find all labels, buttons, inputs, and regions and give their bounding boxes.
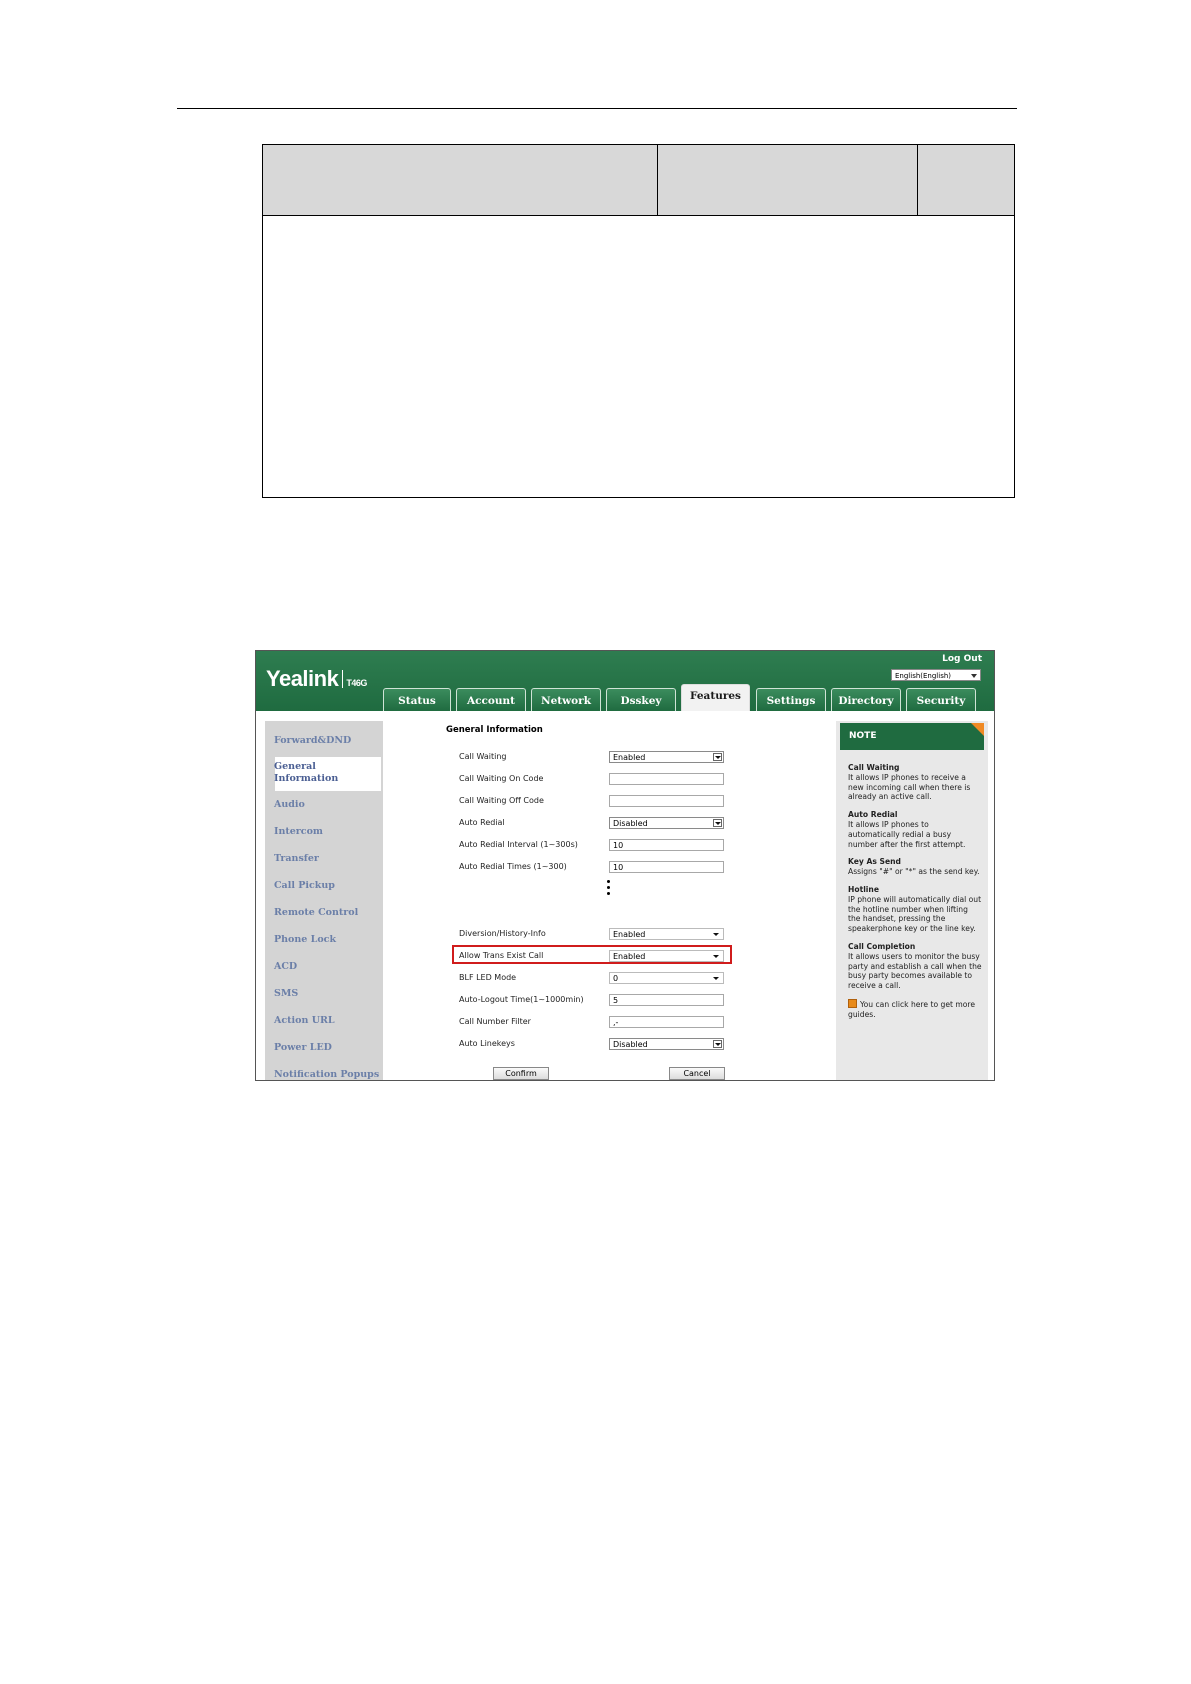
chevron-down-icon xyxy=(713,977,719,980)
note-body: Call Waiting It allows IP phones to recei… xyxy=(848,763,982,1028)
note-text: IP phone will automatically dial out the… xyxy=(848,894,982,934)
blf-led-mode-select[interactable]: 0 xyxy=(609,972,724,984)
sidebar-item-action-url[interactable]: Action URL xyxy=(274,1015,335,1026)
sidebar-item-acd[interactable]: ACD xyxy=(274,961,297,972)
chevron-down-icon xyxy=(715,756,721,759)
tab-directory[interactable]: Directory xyxy=(831,688,901,711)
confirm-button[interactable]: Confirm xyxy=(493,1067,549,1080)
sidebar-item-remote-control[interactable]: Remote Control xyxy=(274,907,358,918)
guide-link[interactable]: You can click here to get more guides. xyxy=(848,998,982,1020)
field-label: Auto Redial xyxy=(459,818,505,827)
call-waiting-off-code-input[interactable] xyxy=(609,795,724,807)
sidebar-item-forward-dnd[interactable]: Forward&DND xyxy=(274,735,351,746)
field-label: Diversion/History-Info xyxy=(459,929,546,938)
auto-logout-time-input[interactable]: 5 xyxy=(609,994,724,1006)
note-corner xyxy=(971,723,984,736)
tab-status[interactable]: Status xyxy=(383,688,451,711)
section-title: General Information xyxy=(446,725,543,735)
table-column-divider xyxy=(917,145,918,215)
web-ui-screenshot: Yealink T46G Log Out English(English) Sta… xyxy=(255,650,995,1081)
sidebar-item-power-led[interactable]: Power LED xyxy=(274,1042,332,1053)
call-waiting-select[interactable]: Enabled xyxy=(609,751,724,763)
note-heading: Key As Send xyxy=(848,857,901,867)
field-label: Call Waiting On Code xyxy=(459,774,544,783)
yealink-logo: Yealink T46G xyxy=(266,666,367,691)
document-table xyxy=(262,144,1015,498)
auto-redial-select[interactable]: Disabled xyxy=(609,817,724,829)
call-waiting-on-code-input[interactable] xyxy=(609,773,724,785)
tab-settings[interactable]: Settings xyxy=(756,688,826,711)
logout-link[interactable]: Log Out xyxy=(942,654,982,664)
sidebar-item-transfer[interactable]: Transfer xyxy=(274,853,319,864)
note-heading: Call Completion xyxy=(848,941,916,951)
note-title: NOTE xyxy=(840,723,984,750)
chevron-down-icon xyxy=(971,674,977,678)
note-text: It allows IP phones to receive a new inc… xyxy=(848,772,971,802)
sidebar-item-notification-popups[interactable]: Notification Popups xyxy=(274,1069,379,1080)
field-label: Auto Redial Interval (1~300s) xyxy=(459,840,578,849)
table-header-row xyxy=(263,145,1014,216)
note-heading: Hotline xyxy=(848,884,879,894)
guide-icon xyxy=(848,998,857,1008)
field-label: Call Waiting xyxy=(459,752,507,761)
tab-security[interactable]: Security xyxy=(906,688,976,711)
field-label: Call Waiting Off Code xyxy=(459,796,544,805)
sidebar-item-phone-lock[interactable]: Phone Lock xyxy=(274,934,336,945)
field-label: Auto Redial Times (1~300) xyxy=(459,862,567,871)
sidebar-item-audio[interactable]: Audio xyxy=(274,799,305,810)
table-column-divider xyxy=(657,145,658,215)
note-text: It allows IP phones to automatically red… xyxy=(848,819,966,849)
note-text: It allows users to monitor the busy part… xyxy=(848,951,982,991)
chevron-down-icon xyxy=(715,822,721,825)
auto-redial-times-input[interactable]: 10 xyxy=(609,861,724,873)
chevron-down-icon xyxy=(713,933,719,936)
tab-dsskey[interactable]: Dsskey xyxy=(606,688,676,711)
top-bar: Yealink T46G Log Out English(English) Sta… xyxy=(256,651,994,712)
field-label: Auto-Logout Time(1~1000min) xyxy=(459,995,584,1004)
field-label: Auto Linekeys xyxy=(459,1039,515,1048)
page-header-rule xyxy=(177,108,1017,109)
ellipsis-vertical-icon xyxy=(607,880,610,898)
field-label: BLF LED Mode xyxy=(459,973,517,982)
sidebar-item-sms[interactable]: SMS xyxy=(274,988,298,999)
note-heading: Auto Redial xyxy=(848,810,898,820)
cancel-button[interactable]: Cancel xyxy=(669,1067,725,1080)
sidebar-item-call-pickup[interactable]: Call Pickup xyxy=(274,880,335,891)
sidebar-item-general-information[interactable]: General Information xyxy=(274,761,374,785)
tab-features[interactable]: Features xyxy=(681,684,750,712)
tab-account[interactable]: Account xyxy=(456,688,526,711)
chevron-down-icon xyxy=(715,1043,721,1046)
auto-linekeys-select[interactable]: Disabled xyxy=(609,1038,724,1050)
sidebar-item-intercom[interactable]: Intercom xyxy=(274,826,323,837)
auto-redial-interval-input[interactable]: 10 xyxy=(609,839,724,851)
field-label: Call Number Filter xyxy=(459,1017,531,1026)
language-select[interactable]: English(English) xyxy=(891,669,981,681)
note-heading: Call Waiting xyxy=(848,763,900,772)
red-highlight-box xyxy=(452,945,732,964)
tab-network[interactable]: Network xyxy=(531,688,601,711)
note-text: Assigns "#" or "*" as the send key. xyxy=(848,867,980,877)
diversion-history-info-select[interactable]: Enabled xyxy=(609,928,724,940)
call-number-filter-input[interactable]: ,- xyxy=(609,1016,724,1028)
